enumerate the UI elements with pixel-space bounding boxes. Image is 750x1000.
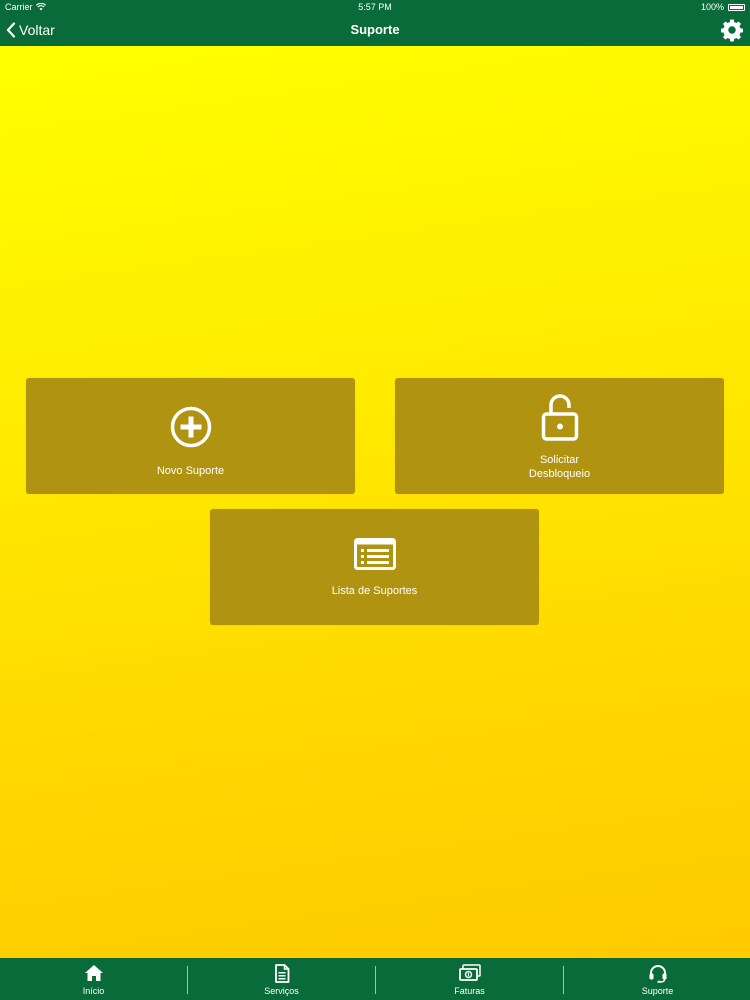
new-support-label: Novo Suporte (156, 465, 225, 477)
money-icon (458, 964, 481, 981)
gear-icon[interactable] (720, 18, 744, 42)
request-unlock-button[interactable]: Solicitar Desbloqueio (395, 378, 724, 494)
main-content: Novo Suporte Solicitar Desbloqueio Lista… (0, 46, 750, 958)
tab-invoices-label: Faturas (454, 986, 485, 996)
document-icon (274, 964, 289, 983)
navigation-bar: Voltar Suporte (0, 14, 750, 46)
tab-bar: Início Serviços Faturas Suporte (0, 958, 750, 1000)
support-list-button[interactable]: Lista de Suportes (210, 509, 539, 625)
tab-invoices[interactable]: Faturas (376, 958, 563, 1000)
battery-status: 100% (701, 0, 745, 14)
plus-circle-icon (170, 406, 211, 448)
status-bar: Carrier 5:57 PM 100% (0, 0, 750, 14)
new-support-button[interactable]: Novo Suporte (26, 378, 355, 494)
home-icon (84, 965, 103, 981)
page-title: Suporte (350, 22, 400, 37)
tab-support[interactable]: Suporte (564, 958, 750, 1000)
unlock-icon (541, 394, 578, 441)
battery-percent: 100% (700, 2, 724, 12)
battery-icon (728, 3, 745, 11)
status-time: 5:57 PM (358, 2, 392, 12)
headset-icon (649, 965, 666, 983)
support-list-label: Lista de Suportes (331, 585, 418, 597)
list-icon (353, 538, 396, 570)
tab-home-label: Início (82, 986, 105, 996)
request-unlock-label-line2: Desbloqueio (528, 468, 591, 480)
tab-services-label: Serviços (264, 986, 299, 996)
tab-services[interactable]: Serviços (188, 958, 375, 1000)
tab-support-label: Suporte (641, 986, 674, 996)
request-unlock-label-line1: Solicitar (539, 454, 580, 466)
tab-home[interactable]: Início (0, 958, 187, 1000)
